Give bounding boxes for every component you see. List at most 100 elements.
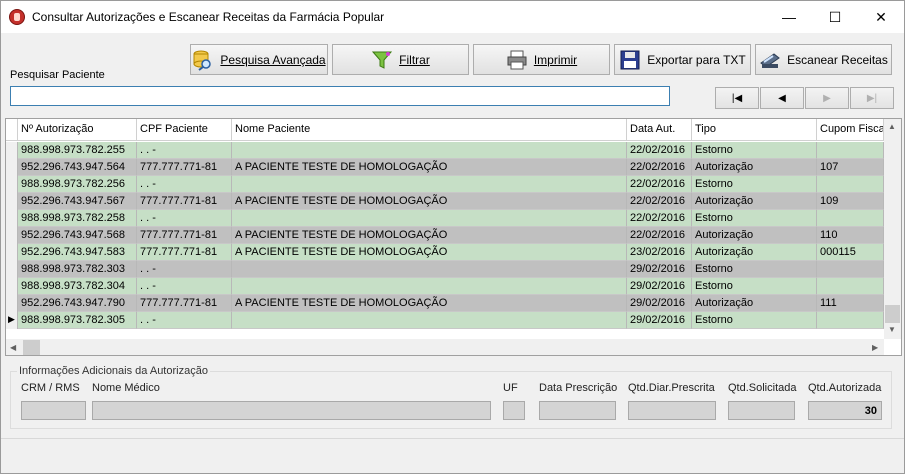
row-indicator[interactable]: [6, 159, 18, 176]
cell-cupom[interactable]: 111: [817, 295, 884, 312]
cell-data[interactable]: 29/02/2016: [627, 312, 692, 329]
col-header-data[interactable]: Data Aut.: [627, 119, 692, 141]
row-indicator[interactable]: [6, 193, 18, 210]
cell-cpf[interactable]: 777.777.771-81: [137, 244, 232, 261]
cell-cpf[interactable]: . . -: [137, 312, 232, 329]
col-header-cpf[interactable]: CPF Paciente: [137, 119, 232, 141]
cell-cupom[interactable]: [817, 261, 884, 278]
vertical-scrollbar[interactable]: ▲ ▼: [884, 119, 901, 339]
cell-tipo[interactable]: Estorno: [692, 210, 817, 227]
cell-nome[interactable]: [232, 210, 627, 227]
cell-data[interactable]: 22/02/2016: [627, 176, 692, 193]
scroll-down-arrow-icon[interactable]: ▼: [888, 325, 896, 334]
cell-n-autorizacao[interactable]: 988.998.973.782.303: [18, 261, 137, 278]
exportar-txt-button[interactable]: Exportar para TXT: [614, 44, 751, 75]
cell-cupom[interactable]: 000115: [817, 244, 884, 261]
horizontal-scrollbar[interactable]: ◀ ▶: [6, 339, 884, 355]
next-record-button[interactable]: ▶: [805, 87, 849, 109]
cell-nome[interactable]: [232, 176, 627, 193]
row-indicator[interactable]: [6, 295, 18, 312]
cell-data[interactable]: 23/02/2016: [627, 244, 692, 261]
cell-tipo[interactable]: Autorização: [692, 193, 817, 210]
cell-cpf[interactable]: 777.777.771-81: [137, 193, 232, 210]
scroll-left-arrow-icon[interactable]: ◀: [10, 343, 16, 352]
cell-cpf[interactable]: 777.777.771-81: [137, 227, 232, 244]
row-indicator[interactable]: [6, 210, 18, 227]
cell-cpf[interactable]: . . -: [137, 261, 232, 278]
cell-nome[interactable]: A PACIENTE TESTE DE HOMOLOGAÇÃO: [232, 227, 627, 244]
cell-nome[interactable]: A PACIENTE TESTE DE HOMOLOGAÇÃO: [232, 295, 627, 312]
cell-data[interactable]: 29/02/2016: [627, 278, 692, 295]
cell-data[interactable]: 22/02/2016: [627, 210, 692, 227]
cell-cupom[interactable]: [817, 176, 884, 193]
cell-n-autorizacao[interactable]: 952.296.743.947.568: [18, 227, 137, 244]
cell-tipo[interactable]: Autorização: [692, 244, 817, 261]
col-header-tipo[interactable]: Tipo: [692, 119, 817, 141]
first-record-button[interactable]: |◀: [715, 87, 759, 109]
cell-data[interactable]: 29/02/2016: [627, 261, 692, 278]
cell-tipo[interactable]: Estorno: [692, 142, 817, 159]
cell-nome[interactable]: A PACIENTE TESTE DE HOMOLOGAÇÃO: [232, 244, 627, 261]
col-header-n-autorizacao[interactable]: Nº Autorização: [18, 119, 137, 141]
col-header-cupom[interactable]: Cupom Fiscal: [817, 119, 884, 141]
cell-tipo[interactable]: Estorno: [692, 312, 817, 329]
cell-n-autorizacao[interactable]: 988.998.973.782.256: [18, 176, 137, 193]
cell-nome[interactable]: A PACIENTE TESTE DE HOMOLOGAÇÃO: [232, 193, 627, 210]
cell-cpf[interactable]: 777.777.771-81: [137, 295, 232, 312]
scroll-right-arrow-icon[interactable]: ▶: [872, 343, 878, 352]
cell-n-autorizacao[interactable]: 988.998.973.782.258: [18, 210, 137, 227]
cell-nome[interactable]: [232, 278, 627, 295]
cell-cpf[interactable]: . . -: [137, 210, 232, 227]
cell-tipo[interactable]: Autorização: [692, 227, 817, 244]
cell-data[interactable]: 22/02/2016: [627, 159, 692, 176]
row-indicator[interactable]: [6, 227, 18, 244]
authorizations-grid[interactable]: Nº Autorização CPF Paciente Nome Pacient…: [5, 118, 902, 356]
cell-data[interactable]: 29/02/2016: [627, 295, 692, 312]
horizontal-scroll-thumb[interactable]: [23, 340, 40, 355]
col-header-nome[interactable]: Nome Paciente: [232, 119, 627, 141]
cell-cupom[interactable]: [817, 210, 884, 227]
cell-cupom[interactable]: 107: [817, 159, 884, 176]
row-indicator[interactable]: [6, 176, 18, 193]
cell-nome[interactable]: A PACIENTE TESTE DE HOMOLOGAÇÃO: [232, 159, 627, 176]
pesquisa-avancada-button[interactable]: Pesquisa Avançada: [190, 44, 328, 75]
cell-cupom[interactable]: [817, 278, 884, 295]
filtrar-button[interactable]: Filtrar: [332, 44, 469, 75]
vertical-scroll-thumb[interactable]: [885, 305, 900, 323]
cell-n-autorizacao[interactable]: 988.998.973.782.304: [18, 278, 137, 295]
close-button[interactable]: ✕: [858, 1, 904, 33]
cell-nome[interactable]: [232, 312, 627, 329]
cell-n-autorizacao[interactable]: 952.296.743.947.564: [18, 159, 137, 176]
cell-cupom[interactable]: [817, 142, 884, 159]
cell-n-autorizacao[interactable]: 988.998.973.782.305: [18, 312, 137, 329]
cell-cpf[interactable]: . . -: [137, 278, 232, 295]
cell-cupom[interactable]: 110: [817, 227, 884, 244]
cell-tipo[interactable]: Autorização: [692, 295, 817, 312]
cell-cupom[interactable]: [817, 312, 884, 329]
cell-n-autorizacao[interactable]: 988.998.973.782.255: [18, 142, 137, 159]
imprimir-button[interactable]: Imprimir: [473, 44, 610, 75]
cell-cpf[interactable]: . . -: [137, 142, 232, 159]
previous-record-button[interactable]: ◀: [760, 87, 804, 109]
cell-nome[interactable]: [232, 142, 627, 159]
cell-tipo[interactable]: Estorno: [692, 278, 817, 295]
cell-data[interactable]: 22/02/2016: [627, 193, 692, 210]
cell-cupom[interactable]: 109: [817, 193, 884, 210]
current-row-indicator-icon[interactable]: ▶: [6, 312, 18, 329]
cell-n-autorizacao[interactable]: 952.296.743.947.567: [18, 193, 137, 210]
last-record-button[interactable]: ▶|: [850, 87, 894, 109]
scroll-up-arrow-icon[interactable]: ▲: [888, 122, 896, 131]
cell-n-autorizacao[interactable]: 952.296.743.947.583: [18, 244, 137, 261]
cell-tipo[interactable]: Estorno: [692, 176, 817, 193]
cell-cpf[interactable]: . . -: [137, 176, 232, 193]
cell-nome[interactable]: [232, 261, 627, 278]
cell-tipo[interactable]: Estorno: [692, 261, 817, 278]
cell-n-autorizacao[interactable]: 952.296.743.947.790: [18, 295, 137, 312]
minimize-button[interactable]: —: [766, 1, 812, 33]
row-indicator[interactable]: [6, 261, 18, 278]
escanear-receitas-button[interactable]: Escanear Receitas: [755, 44, 892, 75]
cell-data[interactable]: 22/02/2016: [627, 227, 692, 244]
cell-cpf[interactable]: 777.777.771-81: [137, 159, 232, 176]
maximize-button[interactable]: ☐: [812, 1, 858, 33]
cell-data[interactable]: 22/02/2016: [627, 142, 692, 159]
